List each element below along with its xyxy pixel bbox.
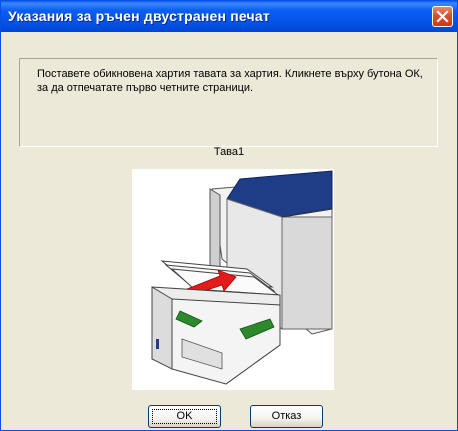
cancel-button[interactable]: Отказ xyxy=(250,405,323,428)
close-button[interactable] xyxy=(432,6,453,27)
instruction-text: Поставете обикновена хартия тавата за ха… xyxy=(37,68,423,94)
dialog-body: Поставете обикновена хартия тавата за ха… xyxy=(4,32,454,428)
title-bar[interactable]: Указания за ръчен двустранен печат xyxy=(1,1,457,32)
tray-label: Тава1 xyxy=(213,146,245,158)
ok-button-label: OK xyxy=(176,410,193,422)
window-title: Указания за ръчен двустранен печат xyxy=(8,8,270,24)
dialog-window: Указания за ръчен двустранен печат Поста… xyxy=(0,0,458,431)
printer-paper-tray-icon xyxy=(151,170,333,385)
close-icon xyxy=(436,10,449,23)
printer-tray-illustration xyxy=(132,169,334,390)
cancel-button-label: Отказ xyxy=(271,410,302,422)
ok-button[interactable]: OK xyxy=(148,405,221,428)
message-panel: Поставете обикновена хартия тавата за ха… xyxy=(19,58,438,147)
